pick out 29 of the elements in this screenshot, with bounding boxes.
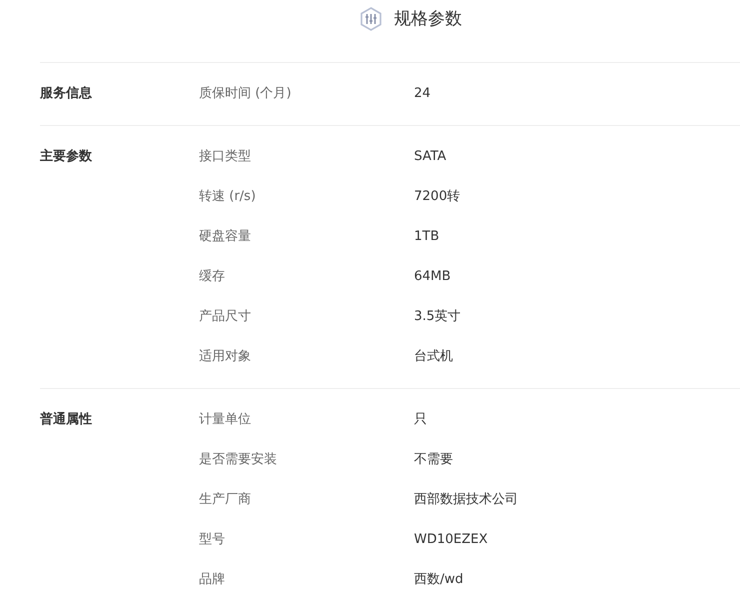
spec-value: 64MB <box>414 268 452 286</box>
spec-name: 品牌 <box>199 571 226 589</box>
group-label: 服务信息 <box>40 85 93 103</box>
spec-name: 接口类型 <box>199 148 252 166</box>
spec-value: 7200转 <box>414 188 462 206</box>
spec-name: 型号 <box>199 531 226 549</box>
group-label: 主要参数 <box>40 148 93 166</box>
group-label: 普通属性 <box>40 410 93 429</box>
spec-name: 计量单位 <box>199 411 252 429</box>
spec-name: 产品尺寸 <box>199 308 252 326</box>
spec-value: 3.5英寸 <box>414 308 462 326</box>
spec-value: 1TB <box>414 228 440 246</box>
section-title: 规格参数 <box>394 8 462 31</box>
spec-value: 24 <box>414 85 432 103</box>
spec-value: 台式机 <box>414 348 454 366</box>
spec-value: 只 <box>414 411 428 429</box>
spec-value: 西数/wd <box>414 571 464 589</box>
spec-name: 适用对象 <box>199 348 252 366</box>
sliders-icon <box>360 7 382 31</box>
spec-name: 缓存 <box>199 268 226 286</box>
spec-value: WD10EZEX <box>414 531 489 549</box>
spec-name: 质保时间 (个月) <box>199 85 292 103</box>
spec-value: SATA <box>414 148 448 166</box>
spec-name: 硬盘容量 <box>199 228 252 246</box>
spec-name: 生产厂商 <box>199 491 252 509</box>
spec-value: 西部数据技术公司 <box>414 491 519 509</box>
spec-name: 转速 (r/s) <box>199 188 257 206</box>
spec-name: 是否需要安装 <box>199 451 278 469</box>
spec-value: 不需要 <box>414 451 454 469</box>
